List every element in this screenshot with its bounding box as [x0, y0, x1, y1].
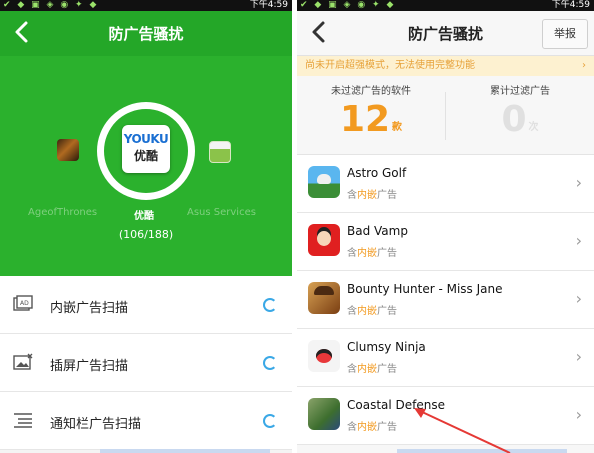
clumsy-ninja-app-icon — [308, 340, 340, 372]
bounty-hunter-app-icon — [308, 282, 340, 314]
stat-unit: 款 — [392, 122, 403, 133]
ad-type: 含内嵌广告 — [347, 186, 397, 201]
top-bar: 防广告骚扰 举报 — [297, 11, 594, 56]
youku-logo-text: YOUKU — [123, 132, 169, 146]
ad-type-suffix: 广告 — [377, 190, 397, 201]
list-item[interactable]: Bounty Hunter - Miss Jane 含内嵌广告 › — [297, 271, 594, 329]
ad-type-prefix: 含 — [347, 190, 357, 201]
list-item[interactable]: Bad Vamp 含内嵌广告 › — [297, 213, 594, 271]
menu-label: 插屏广告扫描 — [50, 359, 129, 374]
prev-app-label: AgeofThrones — [28, 207, 98, 218]
youku-logo-cn: 优酷 — [133, 149, 158, 163]
app-name: Clumsy Ninja — [347, 340, 426, 354]
ad-type-prefix: 含 — [347, 248, 357, 259]
ad-type-prefix: 含 — [347, 364, 357, 375]
scan-progress: (106/188) — [118, 228, 174, 241]
loading-spinner-icon — [263, 298, 277, 312]
ad-type-highlight: 内嵌 — [357, 422, 377, 433]
top-bar: 防广告骚扰 — [0, 11, 292, 56]
stat-label: 未过滤广告的软件 — [331, 86, 411, 97]
ad-type: 含内嵌广告 — [347, 244, 397, 259]
scroll-hint-bar — [100, 449, 270, 453]
unfiltered-count: 12 — [339, 99, 391, 140]
ad-type-highlight: 内嵌 — [357, 364, 377, 375]
status-bar: ✔ ◆ ▣ ◈ ◉ ✦ ◆ 下午4:59 — [297, 0, 594, 11]
next-app-label: Asus Services — [187, 207, 256, 218]
filtered-ads-stat: 累计过滤广告 0次 — [446, 82, 594, 140]
scroll-hint-bar — [397, 449, 567, 453]
menu-item-embedded-ad-scan[interactable]: AD 内嵌广告扫描 — [0, 276, 292, 334]
left-phone-screen: ✔ ◆ ▣ ◈ ◉ ✦ ◆ 下午4:59 防广告骚扰 YOUKU 优酷 Ageo… — [0, 0, 292, 453]
ad-stats: 未过滤广告的软件 12 款 累计过滤广告 0次 — [297, 76, 594, 155]
ad-type-suffix: 广告 — [377, 248, 397, 259]
ad-type-highlight: 内嵌 — [357, 190, 377, 201]
page-title: 防广告骚扰 — [108, 25, 184, 43]
app-name: Coastal Defense — [347, 398, 446, 412]
asus-services-app-icon — [209, 141, 231, 163]
stat-value-row: 0次 — [446, 100, 594, 140]
chevron-right-icon: › — [582, 60, 586, 71]
right-phone-screen: ✔ ◆ ▣ ◈ ◉ ✦ ◆ 下午4:59 防广告骚扰 举报 尚未开启超强模式，无… — [297, 0, 594, 453]
menu-item-notification-ad-scan[interactable]: 通知栏广告扫描 — [0, 392, 292, 450]
ad-type-suffix: 广告 — [377, 306, 397, 317]
status-icons: ✔ ◆ ▣ ◈ ◉ ✦ ◆ — [300, 0, 396, 10]
status-icons: ✔ ◆ ▣ ◈ ◉ ✦ ◆ — [3, 0, 99, 10]
unfiltered-apps-stat: 未过滤广告的软件 12 款 — [297, 82, 445, 140]
chevron-right-icon: › — [575, 289, 582, 308]
loading-spinner-icon — [263, 414, 277, 428]
super-mode-warning[interactable]: 尚未开启超强模式，无法使用完整功能 › — [297, 56, 594, 76]
svg-text:AD: AD — [20, 300, 29, 307]
youku-app-icon: YOUKU 优酷 — [122, 125, 170, 173]
notification-ad-icon — [14, 413, 32, 428]
ad-type-highlight: 内嵌 — [357, 248, 377, 259]
ad-type-suffix: 广告 — [377, 364, 397, 375]
list-item[interactable]: Astro Golf 含内嵌广告 › — [297, 155, 594, 213]
chevron-right-icon: › — [575, 173, 582, 192]
list-item[interactable]: Coastal Defense 含内嵌广告 › — [297, 387, 594, 445]
stat-label: 累计过滤广告 — [490, 86, 550, 97]
ad-type-suffix: 广告 — [377, 422, 397, 433]
stat-unit: 次 — [528, 122, 539, 133]
menu-label: 内嵌广告扫描 — [50, 301, 129, 316]
app-name: Astro Golf — [347, 166, 407, 180]
ageofthrones-app-icon — [57, 139, 79, 161]
scan-hero: YOUKU 优酷 AgeofThrones 优酷 Asus Services (… — [0, 56, 292, 276]
stat-value-row: 12 款 — [297, 100, 445, 140]
bad-vamp-app-icon — [308, 224, 340, 256]
coastal-defense-app-icon — [308, 398, 340, 430]
app-name: Bounty Hunter - Miss Jane — [347, 282, 503, 296]
ad-type: 含内嵌广告 — [347, 360, 397, 375]
embedded-ad-icon: AD — [13, 295, 33, 311]
current-app-label: 优酷 — [134, 211, 154, 222]
ad-type-prefix: 含 — [347, 422, 357, 433]
loading-spinner-icon — [263, 356, 277, 370]
chevron-right-icon: › — [575, 405, 582, 424]
app-name: Bad Vamp — [347, 224, 408, 238]
menu-label: 通知栏广告扫描 — [50, 417, 142, 432]
menu-item-interstitial-ad-scan[interactable]: 插屏广告扫描 — [0, 334, 292, 392]
ad-type-highlight: 内嵌 — [357, 306, 377, 317]
report-button[interactable]: 举报 — [542, 19, 588, 49]
filtered-count: 0 — [501, 99, 527, 140]
status-time: 下午4:59 — [249, 0, 288, 10]
chevron-right-icon: › — [575, 231, 582, 250]
interstitial-ad-icon — [13, 353, 33, 370]
chevron-right-icon: › — [575, 347, 582, 366]
app-list: Astro Golf 含内嵌广告 › Bad Vamp 含内嵌广告 › Boun… — [297, 155, 594, 445]
list-item[interactable]: Clumsy Ninja 含内嵌广告 › — [297, 329, 594, 387]
ad-type-prefix: 含 — [347, 306, 357, 317]
ad-type: 含内嵌广告 — [347, 302, 397, 317]
status-bar: ✔ ◆ ▣ ◈ ◉ ✦ ◆ 下午4:59 — [0, 0, 292, 11]
warning-text: 尚未开启超强模式，无法使用完整功能 — [305, 60, 475, 71]
astro-golf-app-icon — [308, 166, 340, 198]
ad-type: 含内嵌广告 — [347, 418, 397, 433]
status-time: 下午4:59 — [551, 0, 590, 10]
